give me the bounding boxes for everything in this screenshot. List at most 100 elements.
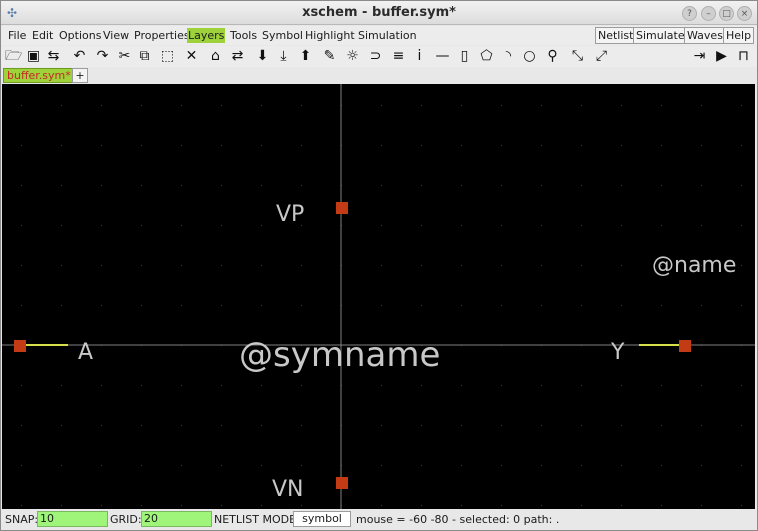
grid-dot <box>181 305 182 306</box>
run-icon[interactable]: ▶ <box>713 48 730 65</box>
minimize-icon[interactable]: – <box>701 6 716 21</box>
pin-vp[interactable] <box>336 202 348 214</box>
delete-icon[interactable]: ✕ <box>183 48 200 65</box>
pin-icon[interactable]: ⅰ <box>411 48 428 65</box>
descend-icon[interactable]: ⤓ <box>275 48 292 65</box>
menu-symbol[interactable]: Symbol <box>261 28 304 43</box>
grid-dot <box>741 145 742 146</box>
grid-dot <box>221 265 222 266</box>
place-symbol-icon[interactable]: ⌂ <box>207 48 224 65</box>
simulate-button[interactable]: Simulate <box>633 27 688 44</box>
polygon-icon[interactable]: ⬠ <box>478 48 495 65</box>
schematic-canvas[interactable]: VP VN A Y @symname @name <box>2 84 755 509</box>
open-folder-icon[interactable]: 🗁 <box>5 48 22 65</box>
maximize-icon[interactable]: □ <box>719 6 734 21</box>
grid-dot <box>461 425 462 426</box>
grid-dot <box>381 225 382 226</box>
grid-dot <box>221 185 222 186</box>
save-icon[interactable]: ▣ <box>25 48 42 65</box>
close-icon[interactable]: × <box>737 6 752 21</box>
grid-dot <box>141 265 142 266</box>
grid-dot <box>181 265 182 266</box>
grid-dot <box>101 105 102 106</box>
grid-dot <box>181 465 182 466</box>
menu-properties[interactable]: Properties <box>133 28 191 43</box>
tab-buffer-sym[interactable]: buffer.sym* <box>3 68 75 83</box>
menu-tools[interactable]: Tools <box>229 28 258 43</box>
grid-dot <box>421 505 422 506</box>
grid-dot <box>381 305 382 306</box>
menu-file[interactable]: File <box>7 28 27 43</box>
grid-dot <box>21 425 22 426</box>
pin-y[interactable] <box>679 340 691 352</box>
grid-dot <box>181 225 182 226</box>
toolbar: 🗁 ▣ ⇆ ↶ ↷ ✂ ⧉ ⬚ ✕ ⌂ ⇄ ⬇ ⤓ ⬆ ✎ ☼ ⊃ ≡ ⅰ — … <box>1 46 757 67</box>
circle-icon[interactable]: ○ <box>521 48 538 65</box>
grid-dot <box>301 385 302 386</box>
grid-dot <box>741 385 742 386</box>
grid-dot <box>261 465 262 466</box>
grid-dot <box>221 505 222 506</box>
grid-dot <box>101 385 102 386</box>
grid-dot <box>141 225 142 226</box>
line-icon[interactable]: — <box>434 48 451 65</box>
zoom-in-icon[interactable]: ⤡ <box>569 48 586 65</box>
undo-icon[interactable]: ↶ <box>71 48 88 65</box>
grid-dot <box>261 425 262 426</box>
zoom-out-icon[interactable]: ⤢ <box>593 48 610 65</box>
grid-dot <box>141 145 142 146</box>
swap-icon[interactable]: ⇄ <box>229 48 246 65</box>
grid-dot <box>141 305 142 306</box>
menu-simulation[interactable]: Simulation <box>357 28 418 43</box>
grid-dot <box>741 505 742 506</box>
reload-icon[interactable]: ⇆ <box>45 48 62 65</box>
grid-dot <box>61 425 62 426</box>
title-bar: ✣ xschem - buffer.sym* ? – □ × <box>1 1 757 25</box>
pin-a[interactable] <box>14 340 26 352</box>
copy-icon[interactable]: ⧉ <box>136 48 153 65</box>
menu-highlight[interactable]: Highlight <box>304 28 356 43</box>
help-window-icon[interactable]: ? <box>682 6 697 21</box>
zoom-icon[interactable]: ⚲ <box>544 48 561 65</box>
grid-dot <box>381 505 382 506</box>
pin-vn[interactable] <box>336 477 348 489</box>
grid-dot <box>101 505 102 506</box>
grid-dot <box>661 105 662 106</box>
add-tab-button[interactable]: + <box>72 68 88 83</box>
grid-dot <box>421 105 422 106</box>
grid-dot <box>581 265 582 266</box>
grid-dot <box>501 425 502 426</box>
menu-options[interactable]: Options <box>58 28 102 43</box>
netlist-button[interactable]: Netlist <box>595 27 637 44</box>
snap-field[interactable]: 10 <box>37 511 108 527</box>
menu-layers[interactable]: Layers <box>187 28 226 43</box>
help-button[interactable]: Help <box>723 27 755 44</box>
grid-dot <box>261 505 262 506</box>
insert-icon[interactable]: ⇥ <box>691 48 708 65</box>
grid-dot <box>221 145 222 146</box>
arc-icon[interactable]: ◝ <box>500 48 517 65</box>
paste-icon[interactable]: ⬚ <box>159 48 176 65</box>
netlist-mode-field[interactable]: symbol <box>293 511 351 527</box>
grid-field[interactable]: 20 <box>141 511 212 527</box>
menu-edit[interactable]: Edit <box>31 28 54 43</box>
rect-icon[interactable]: ▯ <box>456 48 473 65</box>
pen-icon[interactable]: ✎ <box>321 48 338 65</box>
grid-dot <box>621 385 622 386</box>
redo-icon[interactable]: ↷ <box>94 48 111 65</box>
cut-icon[interactable]: ✂ <box>116 48 133 65</box>
grid-dot <box>261 145 262 146</box>
pop-up-icon[interactable]: ⬆ <box>297 48 314 65</box>
netlist-icon[interactable]: ⊃ <box>367 48 384 65</box>
grid-dot <box>661 305 662 306</box>
highlight-icon[interactable]: ☼ <box>344 48 361 65</box>
grid-dot <box>181 185 182 186</box>
menu-view[interactable]: View <box>102 28 130 43</box>
text-icon[interactable]: ≡ <box>390 48 407 65</box>
grid-dot <box>21 105 22 106</box>
grid-dot <box>21 145 22 146</box>
menu-bar: File Edit Options View Properties Layers… <box>1 26 757 45</box>
push-down-icon[interactable]: ⬇ <box>254 48 271 65</box>
waveform-icon[interactable]: ⊓ <box>735 48 752 65</box>
waves-button[interactable]: Waves <box>684 27 726 44</box>
